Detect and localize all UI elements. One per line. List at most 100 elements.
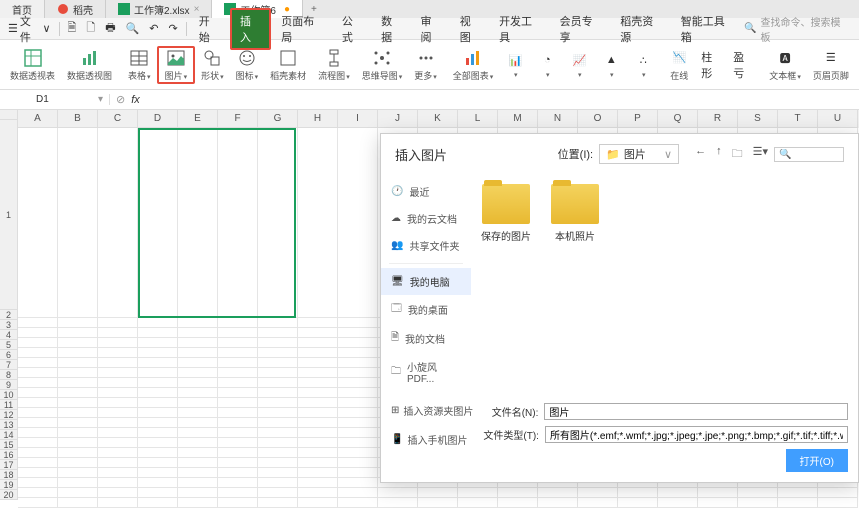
cell[interactable]: [298, 428, 338, 438]
menu-data[interactable]: 数据: [373, 10, 410, 48]
cell[interactable]: [338, 428, 378, 438]
ribbon-all-charts[interactable]: 全部图表▾: [447, 48, 500, 82]
col-header[interactable]: T: [778, 110, 818, 128]
cell[interactable]: [138, 338, 178, 348]
cell[interactable]: [58, 328, 98, 338]
cell[interactable]: [298, 488, 338, 498]
cell[interactable]: [338, 448, 378, 458]
cell[interactable]: [218, 328, 258, 338]
cell[interactable]: [18, 478, 58, 488]
cell[interactable]: [218, 478, 258, 488]
cell[interactable]: [98, 458, 138, 468]
cell[interactable]: [58, 428, 98, 438]
cell[interactable]: [58, 388, 98, 398]
insert-phone-pic[interactable]: 📱插入手机图片: [391, 432, 473, 447]
cell[interactable]: [138, 458, 178, 468]
cell[interactable]: [18, 128, 58, 318]
cell[interactable]: [178, 388, 218, 398]
cell[interactable]: [298, 408, 338, 418]
cell[interactable]: [338, 398, 378, 408]
cell[interactable]: [218, 438, 258, 448]
col-header[interactable]: P: [618, 110, 658, 128]
cell[interactable]: [138, 428, 178, 438]
cell[interactable]: [178, 368, 218, 378]
sb-mydocs[interactable]: 🗎我的文档: [381, 324, 471, 353]
cell[interactable]: [18, 338, 58, 348]
menu-smart-tools[interactable]: 智能工具箱: [673, 10, 742, 48]
cell[interactable]: [298, 338, 338, 348]
filetype-input[interactable]: [545, 426, 848, 443]
cell[interactable]: [298, 438, 338, 448]
row-header[interactable]: 15: [0, 440, 18, 450]
cell[interactable]: [138, 328, 178, 338]
cell[interactable]: [58, 458, 98, 468]
col-header[interactable]: G: [258, 110, 298, 128]
dialog-search[interactable]: [774, 147, 844, 162]
cell[interactable]: [258, 128, 298, 318]
cell[interactable]: [58, 488, 98, 498]
ribbon-pivot-table[interactable]: 数据透视表: [4, 48, 61, 82]
cell[interactable]: [178, 358, 218, 368]
cell[interactable]: [98, 438, 138, 448]
cell[interactable]: [258, 358, 298, 368]
row-header[interactable]: 19: [0, 480, 18, 490]
menu-member[interactable]: 会员专享: [552, 10, 611, 48]
cell[interactable]: [338, 418, 378, 428]
row-header[interactable]: 7: [0, 360, 18, 370]
cell[interactable]: [18, 448, 58, 458]
ribbon-mindmap[interactable]: 思维导图▾: [356, 48, 409, 82]
menu-docker-res[interactable]: 稻壳资源: [612, 10, 671, 48]
cell[interactable]: [18, 408, 58, 418]
ribbon-docker-material[interactable]: 稻壳素材: [264, 48, 312, 82]
cell[interactable]: [18, 318, 58, 328]
cell[interactable]: [138, 398, 178, 408]
cell[interactable]: [298, 398, 338, 408]
cell[interactable]: [578, 488, 618, 498]
cell[interactable]: [298, 318, 338, 328]
cell[interactable]: [538, 488, 578, 498]
up-icon[interactable]: ↑: [716, 145, 722, 164]
qa-print[interactable]: 🖶: [101, 17, 119, 40]
cell[interactable]: [218, 368, 258, 378]
col-header[interactable]: B: [58, 110, 98, 128]
cell[interactable]: [18, 468, 58, 478]
folder-saved-pictures[interactable]: 保存的图片: [481, 184, 531, 243]
cell[interactable]: [98, 358, 138, 368]
cell[interactable]: [258, 408, 298, 418]
cell[interactable]: [338, 318, 378, 328]
cell[interactable]: [18, 358, 58, 368]
row-header[interactable]: 2: [0, 310, 18, 320]
ribbon-wordart[interactable]: 𝓐 艺术字▾: [855, 48, 859, 82]
cell[interactable]: [218, 128, 258, 318]
menu-start[interactable]: 开始: [191, 10, 228, 48]
cell[interactable]: [178, 408, 218, 418]
col-header[interactable]: E: [178, 110, 218, 128]
cell[interactable]: [258, 488, 298, 498]
cell[interactable]: [98, 318, 138, 328]
qa-redo[interactable]: ↷: [165, 20, 182, 37]
ribbon-picture[interactable]: 图片▾: [157, 46, 196, 84]
row-header[interactable]: 5: [0, 340, 18, 350]
col-header[interactable]: J: [378, 110, 418, 128]
cell[interactable]: [178, 378, 218, 388]
cell[interactable]: [178, 448, 218, 458]
cell[interactable]: [218, 458, 258, 468]
cell[interactable]: [98, 338, 138, 348]
cell[interactable]: [298, 388, 338, 398]
sb-shared[interactable]: 👥共享文件夹: [381, 232, 471, 259]
cell[interactable]: [138, 478, 178, 488]
cell[interactable]: [178, 418, 218, 428]
ribbon-header-footer[interactable]: ☰ 页眉页脚: [807, 48, 855, 82]
cell[interactable]: [178, 488, 218, 498]
cell[interactable]: [218, 488, 258, 498]
cell[interactable]: [218, 448, 258, 458]
cell[interactable]: [338, 408, 378, 418]
cell[interactable]: [18, 378, 58, 388]
cell[interactable]: [258, 438, 298, 448]
row-header[interactable]: 1: [0, 120, 18, 310]
cell[interactable]: [258, 328, 298, 338]
cell[interactable]: [98, 418, 138, 428]
col-header[interactable]: I: [338, 110, 378, 128]
cell[interactable]: [98, 408, 138, 418]
cell[interactable]: [298, 478, 338, 488]
